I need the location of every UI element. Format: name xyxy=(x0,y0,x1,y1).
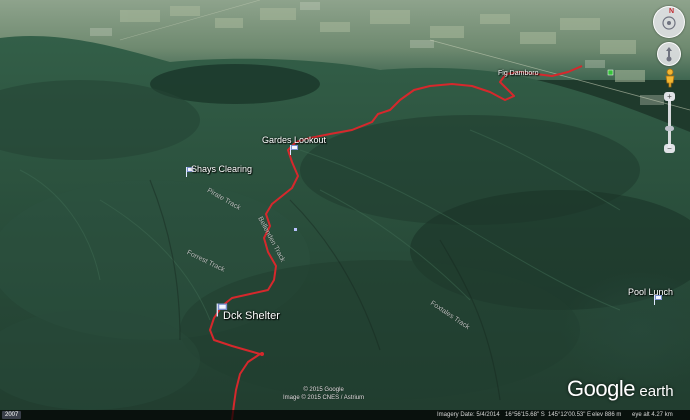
satellite-terrain xyxy=(0,0,690,420)
eye-altitude-readout: eye alt 4.27 km xyxy=(632,412,673,418)
map-view[interactable]: Gardes Lookout Fig Damboro Shays Clearin… xyxy=(0,0,690,420)
place-label-pool-lunch[interactable]: Pool Lunch xyxy=(628,287,673,297)
status-bar: 2007 Imagery Date: 5/4/2014 16°56'15.68"… xyxy=(0,410,690,420)
placemark-flag-icon[interactable] xyxy=(654,295,663,305)
longitude-readout: 145°12'00.53" E xyxy=(548,412,592,418)
zoom-slider-thumb[interactable] xyxy=(665,126,674,131)
street-view-pegman-icon[interactable] xyxy=(663,68,677,88)
zoom-out-button[interactable]: − xyxy=(664,144,675,153)
copyright-line-1: © 2015 Google xyxy=(303,387,344,393)
elevation-readout: elev 886 m xyxy=(592,412,622,418)
latitude-readout: 16°56'15.68" S xyxy=(505,412,545,418)
zoom-in-button[interactable]: + xyxy=(664,92,675,101)
zoom-slider[interactable] xyxy=(668,99,671,149)
place-label-dck-shelter[interactable]: Dck Shelter xyxy=(223,310,280,322)
place-label-fig-damboro[interactable]: Fig Damboro xyxy=(498,70,538,77)
copyright-line-2: Image © 2015 CNES / Astrium xyxy=(283,395,365,401)
move-joystick[interactable] xyxy=(657,42,681,66)
imagery-copyright: © 2015 Google Image © 2015 CNES / Astriu… xyxy=(283,386,364,402)
logo-word-google: Google xyxy=(567,376,635,401)
imagery-date: Imagery Date: 5/4/2014 xyxy=(437,412,500,418)
historical-imagery-year[interactable]: 2007 xyxy=(2,411,22,419)
look-around-ring[interactable]: N xyxy=(653,6,685,38)
move-hand-icon xyxy=(666,47,672,62)
eye-icon xyxy=(662,16,676,30)
logo-word-earth: earth xyxy=(639,383,674,400)
navigation-controls: N + − xyxy=(652,4,688,164)
google-earth-logo: Google earth xyxy=(567,376,674,402)
place-label-gardes-lookout[interactable]: Gardes Lookout xyxy=(262,135,326,145)
place-label-shays-clearing[interactable]: Shays Clearing xyxy=(191,164,252,174)
placemark-flag-icon[interactable] xyxy=(290,145,299,155)
